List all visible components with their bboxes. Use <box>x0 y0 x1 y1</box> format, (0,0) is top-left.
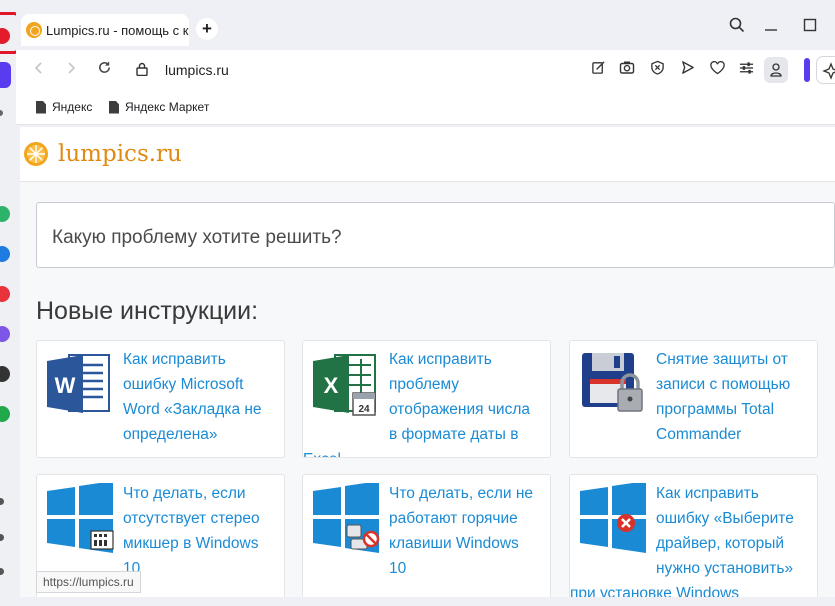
navigation-bar: lumpics.ru <box>16 50 835 90</box>
settings-sliders-icon[interactable] <box>735 59 757 81</box>
site-header: lumpics.ru <box>20 127 835 182</box>
lumpics-favicon-icon <box>26 22 42 38</box>
windows-mixer-icon <box>47 483 114 553</box>
forward-button[interactable] <box>60 59 82 81</box>
side-panel-app-red2-icon[interactable] <box>0 286 10 302</box>
site-name[interactable]: lumpics.ru <box>58 141 182 167</box>
new-tab-button[interactable]: + <box>196 18 218 40</box>
back-button[interactable] <box>28 59 50 81</box>
tab-strip: Lumpics.ru - помощь с ко + <box>16 0 835 50</box>
excel-icon: X 24 <box>313 354 376 416</box>
bookmark-yandex-market[interactable]: Яндекс Маркет <box>109 100 209 114</box>
reload-button[interactable] <box>93 59 115 81</box>
sparkle-icon <box>822 62 835 80</box>
article-card[interactable]: Снятие защиты от записи с помощью програ… <box>569 340 818 458</box>
lock-icon[interactable] <box>136 62 148 76</box>
send-icon[interactable] <box>676 59 698 81</box>
side-panel-app-green-icon[interactable] <box>0 206 10 222</box>
side-panel-more-icon[interactable] <box>0 534 4 541</box>
heart-icon[interactable] <box>706 59 728 81</box>
svg-text:X: X <box>324 373 339 398</box>
windows-keys-icon <box>313 483 380 553</box>
bookmark-label: Яндекс Маркет <box>125 100 210 114</box>
browser-window: Lumpics.ru - помощь с ко + lumpics.ru Ян… <box>16 0 835 606</box>
side-panel <box>0 0 20 606</box>
status-bar-url: https://lumpics.ru <box>36 571 141 593</box>
side-panel-dot-icon[interactable] <box>0 110 3 116</box>
assistant-button[interactable] <box>804 58 810 82</box>
word-icon: W <box>47 354 110 413</box>
bookmark-label: Яндекс <box>52 100 93 114</box>
extension-button[interactable] <box>816 56 835 84</box>
page-viewport: lumpics.ru Какую проблему хотите решить?… <box>20 127 835 597</box>
side-panel-app-violet-icon[interactable] <box>0 326 10 342</box>
svg-text:W: W <box>55 373 76 398</box>
article-card[interactable]: Что делать, если не работают горячие кла… <box>302 474 551 597</box>
windows-error-icon <box>580 483 646 553</box>
user-icon <box>770 63 782 77</box>
edit-icon[interactable] <box>587 59 609 81</box>
side-panel-app-music-icon[interactable] <box>0 406 10 422</box>
bookmark-page-icon <box>109 100 119 114</box>
article-card[interactable]: W Как исправить ошибку Microsoft Word «З… <box>36 340 285 458</box>
side-panel-app-purple-icon[interactable] <box>0 62 11 88</box>
side-panel-app-dark-icon[interactable] <box>0 366 10 382</box>
article-card[interactable]: X 24 Как исправить проблему отображения … <box>302 340 551 458</box>
svg-text:24: 24 <box>358 404 370 415</box>
side-panel-app-blue-icon[interactable] <box>0 246 10 262</box>
bookmark-yandex[interactable]: Яндекс <box>36 100 92 114</box>
maximize-button[interactable] <box>799 17 821 39</box>
tab-title: Lumpics.ru - помощь с ко <box>46 22 189 38</box>
article-card[interactable]: Как исправить ошибку «Выберите драйвер, … <box>569 474 818 597</box>
orange-logo-icon[interactable] <box>23 141 49 167</box>
search-icon[interactable] <box>726 17 748 39</box>
profile-button[interactable] <box>764 57 788 83</box>
bookmarks-bar: Яндекс Яндекс Маркет <box>16 90 835 125</box>
minimize-button[interactable] <box>760 17 782 39</box>
side-panel-settings-icon[interactable] <box>0 498 4 505</box>
camera-icon[interactable] <box>616 59 638 81</box>
bookmark-page-icon <box>36 100 46 114</box>
floppy-lock-icon <box>582 353 643 412</box>
site-search-input[interactable]: Какую проблему хотите решить? <box>36 202 835 268</box>
shield-icon[interactable] <box>646 59 668 81</box>
side-panel-collapse-icon[interactable] <box>0 568 4 575</box>
tab-lumpics[interactable]: Lumpics.ru - помощь с ко <box>21 14 189 46</box>
address-input[interactable]: lumpics.ru <box>165 62 229 78</box>
section-title: Новые инструкции: <box>36 297 259 325</box>
